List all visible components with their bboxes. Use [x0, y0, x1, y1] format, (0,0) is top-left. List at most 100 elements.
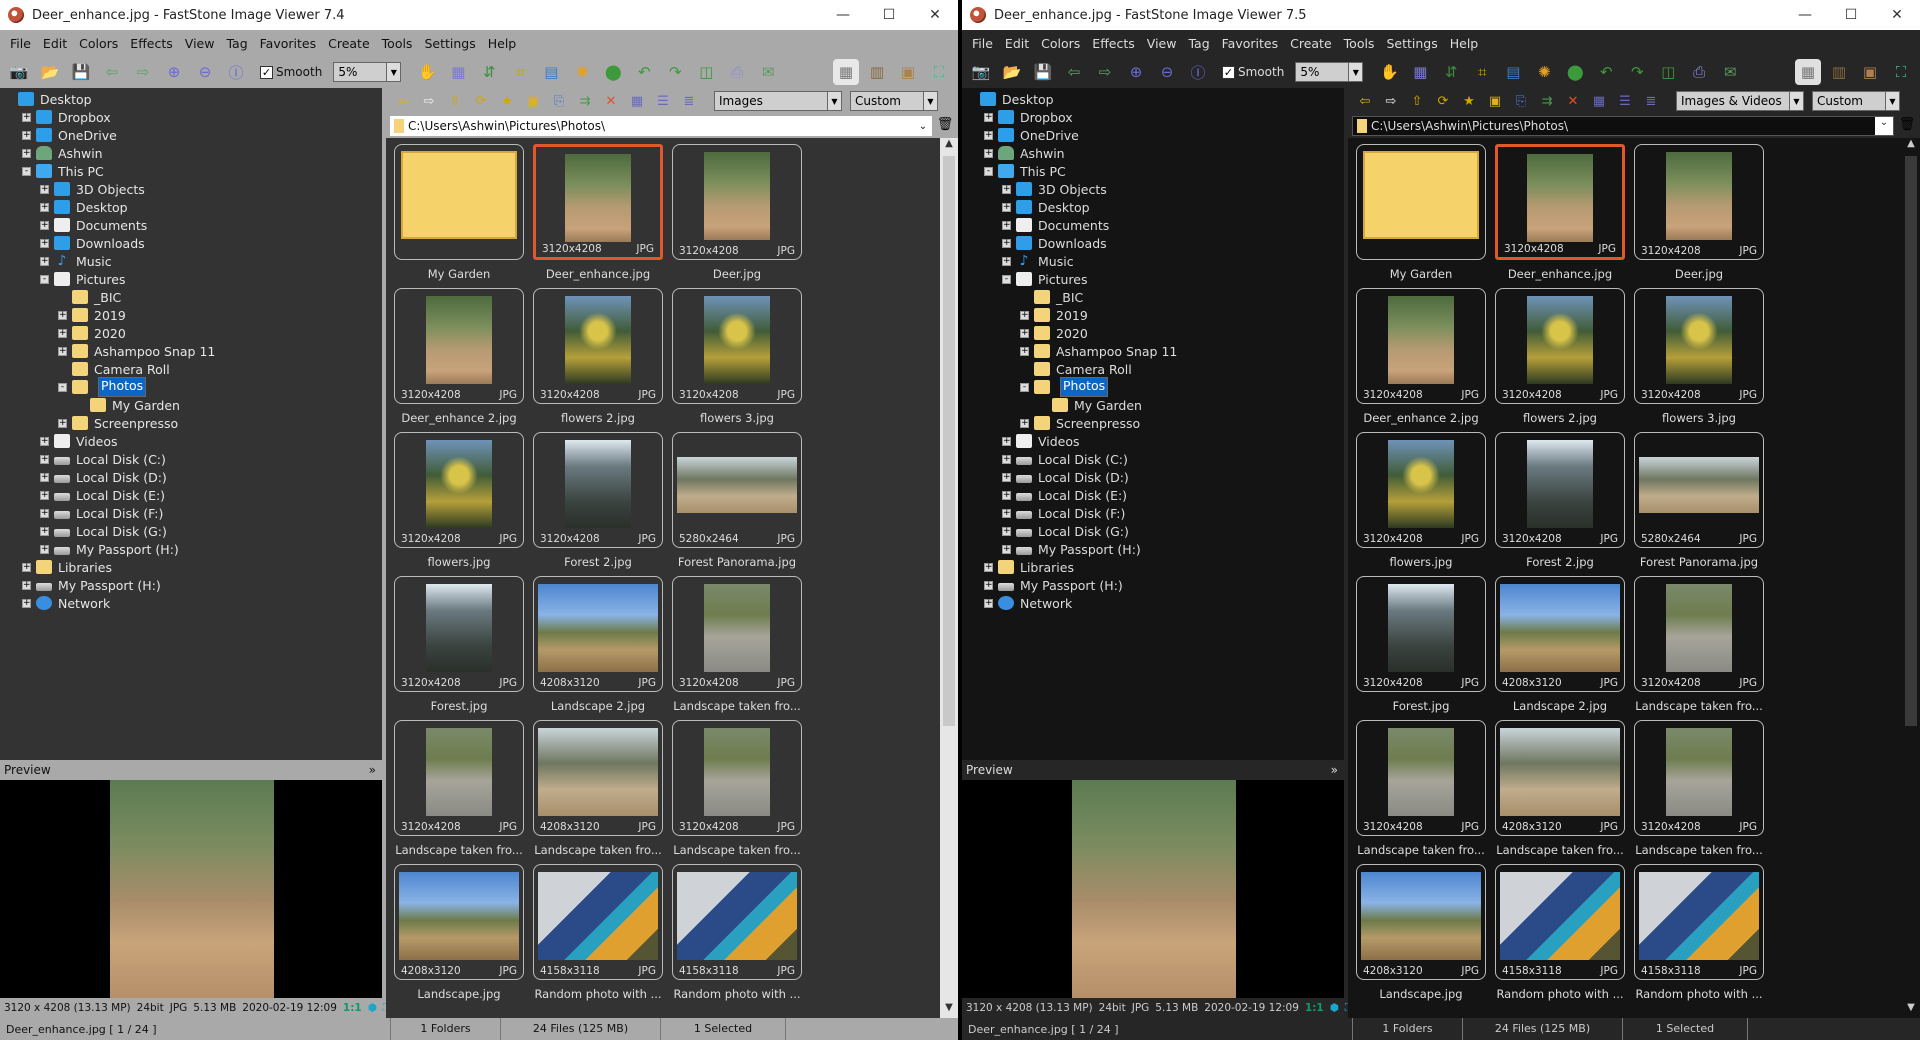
thumbnail-frame[interactable]: 3120x4208 JPG	[1356, 432, 1486, 548]
expand-icon[interactable]: +	[1002, 508, 1011, 518]
expand-icon[interactable]: +	[1020, 418, 1029, 428]
crop-icon[interactable]: ⌗	[507, 59, 533, 85]
copy-to-icon[interactable]: ⎘	[548, 90, 570, 112]
thumbnail-item[interactable]: My Garden	[394, 144, 524, 288]
expand-icon[interactable]: +	[40, 220, 49, 230]
thumbnail-frame[interactable]: 3120x4208 JPG	[1634, 720, 1764, 836]
open-icon[interactable]: 📂	[37, 59, 63, 85]
tree-item[interactable]: - Pictures	[962, 270, 1344, 288]
scroll-up-icon[interactable]: ▲	[940, 138, 958, 154]
compare-icon[interactable]: ◫	[1655, 59, 1681, 85]
tree-item[interactable]: + Network	[0, 594, 382, 612]
tree-item[interactable]: + Documents	[962, 216, 1344, 234]
move-to-icon[interactable]: ⇉	[574, 90, 596, 112]
expand-icon[interactable]: +	[984, 562, 993, 572]
tree-item[interactable]: + Desktop	[0, 198, 382, 216]
print-icon[interactable]: ⎙	[724, 59, 750, 85]
tree-item[interactable]: Camera Roll	[962, 360, 1344, 378]
thumbnail-frame[interactable]: 5280x2464 JPG	[1634, 432, 1764, 548]
refresh-icon[interactable]: ⟳	[1432, 90, 1454, 112]
zoom-out-icon[interactable]: ⊖	[1154, 59, 1180, 85]
menu-file[interactable]: File	[966, 36, 999, 51]
tree-item[interactable]: + OneDrive	[0, 126, 382, 144]
tree-item[interactable]: + OneDrive	[962, 126, 1344, 144]
browser-layout-icon[interactable]: ▦	[833, 59, 859, 85]
tree-item[interactable]: +2019	[0, 306, 382, 324]
tree-item[interactable]: Desktop	[962, 90, 1344, 108]
menu-create[interactable]: Create	[322, 36, 376, 51]
details-view-icon[interactable]: ≣	[678, 90, 700, 112]
rotate-left-icon[interactable]: ↶	[1593, 59, 1619, 85]
thumbnails-view-icon[interactable]: ▦	[626, 90, 648, 112]
tree-item[interactable]: + Local Disk (C:)	[0, 450, 382, 468]
expand-icon[interactable]: +	[40, 256, 49, 266]
smooth-checkbox[interactable]: ✓ Smooth	[260, 65, 322, 79]
tree-item[interactable]: - Photos	[962, 377, 1344, 397]
expand-icon[interactable]: +	[40, 472, 49, 482]
hand-tool-icon[interactable]: ✋	[1376, 59, 1402, 85]
scroll-down-icon[interactable]: ▼	[940, 1002, 958, 1018]
actual-size-icon[interactable]: Ⓘ	[223, 59, 249, 85]
tree-item[interactable]: - This PC	[0, 162, 382, 180]
expand-icon[interactable]: +	[984, 598, 993, 608]
vertical-scrollbar[interactable]: ▲ ▼	[940, 138, 958, 1018]
wallpaper-icon[interactable]: ⬤	[1562, 59, 1588, 85]
thumbnail-item[interactable]: 3120x4208 JPG Forest 2.jpg	[1495, 432, 1625, 576]
thumbnail-frame[interactable]: 3120x4208 JPG	[394, 720, 524, 836]
tree-item[interactable]: My Garden	[0, 396, 382, 414]
vertical-scrollbar[interactable]: ▲ ▼	[1902, 138, 1920, 1018]
tree-item[interactable]: + Downloads	[0, 234, 382, 252]
tree-item[interactable]: + ♪ Music	[962, 252, 1344, 270]
expand-icon[interactable]: +	[1002, 202, 1011, 212]
collapse-icon[interactable]: -	[1002, 274, 1011, 284]
tree-item[interactable]: + My Passport (H:)	[962, 576, 1344, 594]
tree-item[interactable]: + Dropbox	[962, 108, 1344, 126]
wallpaper-icon[interactable]: ⬤	[600, 59, 626, 85]
thumbnail-frame[interactable]: 3120x4208 JPG	[533, 288, 663, 404]
tree-item[interactable]: + Ashampoo Snap 11	[962, 342, 1344, 360]
thumbnail-frame[interactable]: 4208x3120 JPG	[1356, 864, 1486, 980]
expand-icon[interactable]: +	[40, 526, 49, 536]
path-input[interactable]: C:\Users\Ashwin\Pictures\Photos\ ⌄	[390, 116, 932, 136]
menu-create[interactable]: Create	[1284, 36, 1338, 51]
tree-item[interactable]: My Garden	[962, 396, 1344, 414]
actual-size-icon[interactable]: Ⓘ	[1185, 59, 1211, 85]
expand-icon[interactable]: +	[984, 112, 993, 122]
thumbnail-item[interactable]: 3120x4208 JPG Landscape taken fro...	[672, 576, 802, 720]
recycle-bin-icon[interactable]: 🗑	[936, 117, 954, 135]
thumbnail-item[interactable]: 3120x4208 JPG Deer_enhance 2.jpg	[1356, 288, 1486, 432]
expand-icon[interactable]: +	[22, 148, 31, 158]
menu-settings[interactable]: Settings	[418, 36, 481, 51]
thumbnail-frame[interactable]: 5280x2464 JPG	[672, 432, 802, 548]
expand-icon[interactable]: +	[58, 418, 67, 428]
menu-tools[interactable]: Tools	[1338, 36, 1381, 51]
menu-colors[interactable]: Colors	[73, 36, 124, 51]
next-icon[interactable]: ⇨	[130, 59, 156, 85]
save-icon[interactable]: 💾	[1030, 59, 1056, 85]
tree-item[interactable]: + My Passport (H:)	[962, 540, 1344, 558]
thumbnails-view-icon[interactable]: ▦	[1588, 90, 1610, 112]
expand-icon[interactable]: +	[984, 130, 993, 140]
tree-item[interactable]: + Local Disk (C:)	[962, 450, 1344, 468]
thumbnail-item[interactable]: 3120x4208 JPG Landscape taken fro...	[1634, 576, 1764, 720]
thumbnail-item[interactable]: 5280x2464 JPG Forest Panorama.jpg	[672, 432, 802, 576]
thumbnail-frame[interactable]: 3120x4208 JPG	[533, 432, 663, 548]
thumbnail-item[interactable]: 3120x4208 JPG Deer_enhance.jpg	[1495, 144, 1625, 288]
thumbnail-item[interactable]: 4208x3120 JPG Landscape 2.jpg	[533, 576, 663, 720]
new-folder-icon[interactable]: ▣	[1484, 90, 1506, 112]
thumbnail-item[interactable]: 4208x3120 JPG Landscape taken fro...	[1495, 720, 1625, 864]
expand-icon[interactable]: +	[1002, 238, 1011, 248]
menu-effects[interactable]: Effects	[1086, 36, 1141, 51]
thumbnail-item[interactable]: 3120x4208 JPG flowers 3.jpg	[1634, 288, 1764, 432]
thumbnail-item[interactable]: 4158x3118 JPG Random photo with ...	[533, 864, 663, 1008]
tree-item[interactable]: + Videos	[962, 432, 1344, 450]
thumbnail-frame[interactable]: 4158x3118 JPG	[533, 864, 663, 980]
preview-layout-icon[interactable]: ▣	[1857, 59, 1883, 85]
zoom-select[interactable]: 5% ▼	[1295, 62, 1364, 82]
expand-icon[interactable]: +	[1002, 184, 1011, 194]
menu-tag[interactable]: Tag	[1182, 36, 1215, 51]
tree-item[interactable]: + Local Disk (D:)	[0, 468, 382, 486]
sort-select[interactable]: Custom Sort▼	[1812, 91, 1900, 126]
expand-icon[interactable]: +	[58, 310, 67, 320]
thumbnail-item[interactable]: 3120x4208 JPG Deer_enhance 2.jpg	[394, 288, 524, 432]
